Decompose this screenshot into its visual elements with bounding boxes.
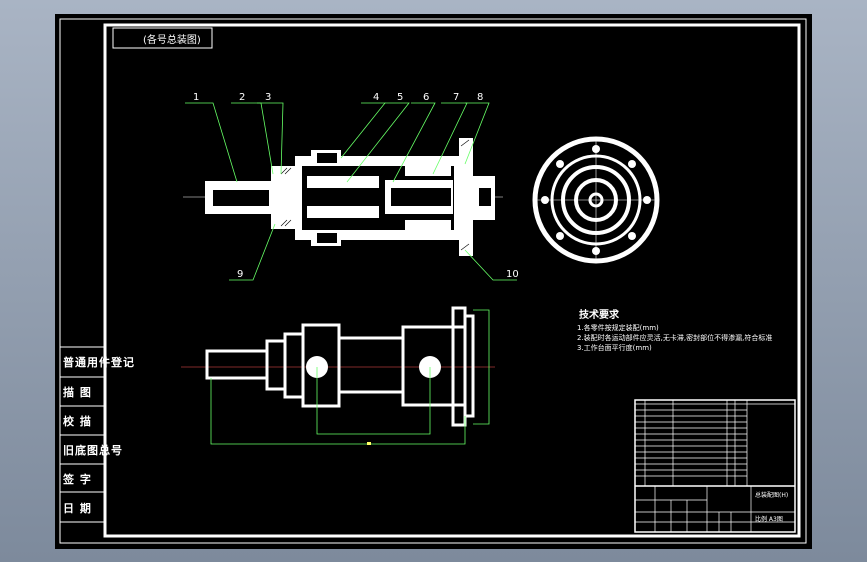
- drawing-sheet: (各号总装图) 1 2 3 4 5 6 7 8 9 10 普通用件登记 描 图 …: [55, 14, 812, 549]
- balloon-4: 4: [373, 92, 380, 103]
- side-label-2: 描 图: [63, 386, 92, 399]
- title-tab: (各号总装图): [143, 35, 201, 46]
- drawing-name: 总装配图(H): [755, 492, 789, 499]
- side-label-3: 校 描: [63, 415, 92, 428]
- balloon-3: 3: [265, 92, 272, 103]
- front-plate: [459, 138, 473, 256]
- tech-line-2: 2.装配时各运动部件应灵活,无卡滞,密封部位不得渗漏,符合标准: [577, 334, 773, 342]
- side-label-5: 签 字: [63, 473, 92, 486]
- balloon-7: 7: [453, 92, 460, 103]
- balloon-9: 9: [237, 269, 244, 280]
- tech-line-3: 3.工作台面平行度(mm): [577, 344, 652, 352]
- balloon-8: 8: [477, 92, 484, 103]
- scale-label: 比例 A3图: [755, 516, 783, 523]
- balloon-6: 6: [423, 92, 430, 103]
- balloon-10: 10: [506, 269, 519, 280]
- bottom-view: [181, 306, 495, 427]
- side-label-column: [60, 346, 105, 523]
- balloon-5: 5: [397, 92, 404, 103]
- flange-c: [405, 160, 451, 176]
- outer-frame: [59, 18, 807, 544]
- side-label-1: 普通用件登记: [63, 356, 135, 369]
- balloon-1: 1: [193, 92, 200, 103]
- tech-line-1: 1.各零件按规定装配(mm): [577, 324, 659, 332]
- side-label-6: 日 期: [63, 502, 92, 515]
- end-view: [532, 136, 660, 264]
- balloon-2: 2: [239, 92, 246, 103]
- side-label-4: 旧底图总号: [63, 444, 123, 457]
- inner-frame: [103, 23, 801, 538]
- flange-d: [405, 220, 451, 236]
- tech-heading: 技术要求: [579, 310, 619, 321]
- title-block: [634, 399, 796, 533]
- main-section-view: [183, 102, 517, 281]
- cad-drawing: [59, 18, 807, 544]
